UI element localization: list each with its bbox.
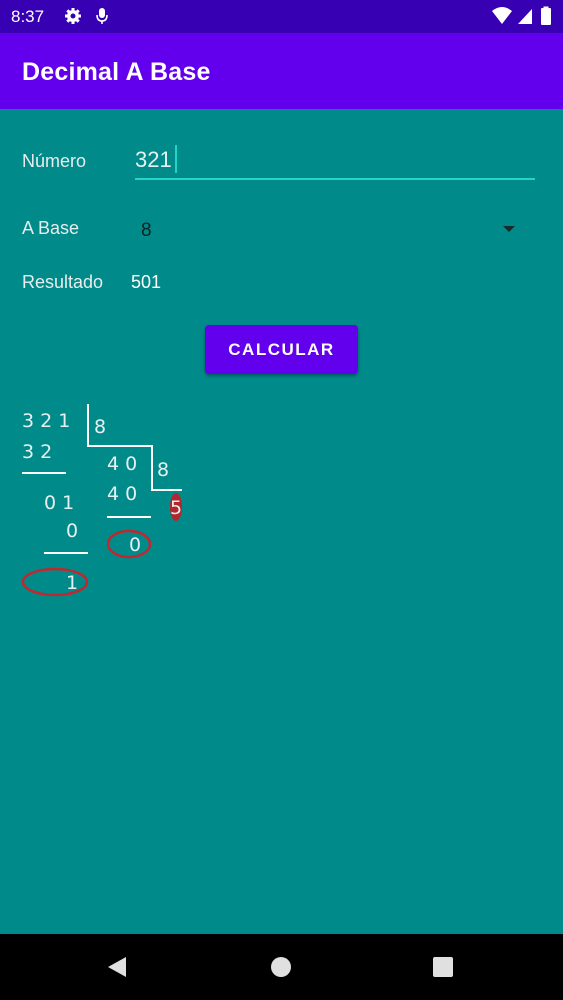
battery-icon (541, 6, 551, 25)
base-selected-value: 8 (141, 220, 152, 241)
resultado-value: 501 (131, 272, 162, 292)
home-icon[interactable] (270, 956, 292, 978)
base-dropdown[interactable]: 8 (130, 212, 530, 250)
app-bar: Decimal A Base (0, 33, 563, 109)
back-icon[interactable] (106, 955, 128, 979)
settings-gear-icon (65, 8, 81, 24)
step1-subtract2: 0 (66, 520, 78, 542)
step2-dividend: 4 0 (107, 453, 137, 475)
step3-quotient: 5 (170, 497, 182, 519)
status-bar: 8:37 (0, 0, 563, 33)
step2-remainder: 0 (129, 534, 141, 556)
app-title: Decimal A Base (22, 58, 211, 86)
navigation-bar (0, 934, 563, 1000)
step1-divisor: 8 (94, 416, 106, 438)
recents-icon[interactable] (433, 957, 453, 977)
step2-divisor: 8 (157, 459, 169, 481)
numero-label: Número (22, 151, 87, 171)
step1-subtract: 3 2 (22, 441, 52, 463)
signal-icon (518, 9, 532, 24)
step2-subtract: 4 0 (107, 483, 137, 505)
resultado-label: Resultado (22, 272, 104, 292)
base-label: A Base (22, 218, 80, 238)
dropdown-arrow-icon (503, 226, 515, 232)
division-diagram: 3 2 1 8 3 2 0 1 0 1 4 0 8 4 0 0 5 (21, 404, 182, 597)
step1-remainder: 1 (66, 572, 78, 594)
calcular-button[interactable]: CALCULAR (205, 325, 358, 374)
status-time: 8:37 (11, 7, 45, 26)
text-cursor (175, 145, 177, 173)
numero-input[interactable] (135, 142, 535, 180)
step1-dividend: 3 2 1 (22, 410, 70, 432)
wifi-icon (492, 7, 512, 24)
step1-diff: 0 1 (44, 492, 74, 514)
microphone-icon (96, 8, 108, 24)
